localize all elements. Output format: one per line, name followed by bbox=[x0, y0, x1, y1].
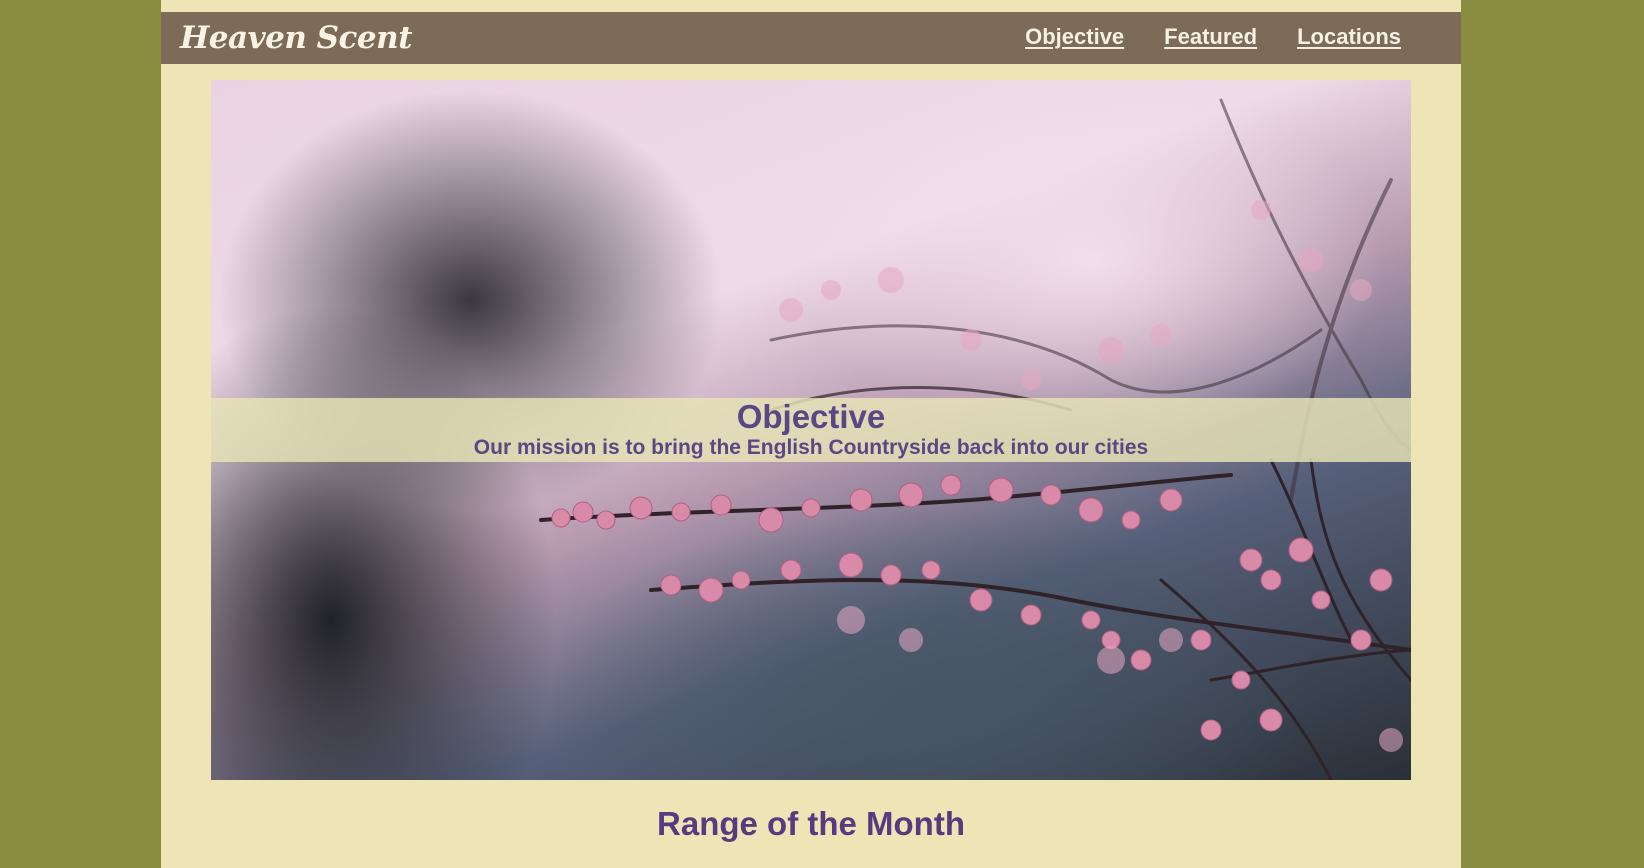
nav-links: Objective Featured Locations bbox=[1025, 23, 1401, 51]
page-container: Heaven Scent Objective Featured Location… bbox=[161, 0, 1461, 868]
hero-caption-band: Objective Our mission is to bring the En… bbox=[211, 398, 1411, 462]
nav-link-objective[interactable]: Objective bbox=[1025, 23, 1124, 51]
section-title-range-of-month: Range of the Month bbox=[657, 805, 965, 842]
hero-subtitle: Our mission is to bring the English Coun… bbox=[473, 436, 1149, 459]
site-logo[interactable]: Heaven Scent bbox=[180, 18, 413, 58]
hero-title: Objective bbox=[736, 398, 886, 435]
nav-link-locations[interactable]: Locations bbox=[1297, 23, 1401, 51]
nav-link-featured[interactable]: Featured bbox=[1164, 23, 1257, 51]
navbar: Heaven Scent Objective Featured Location… bbox=[161, 12, 1461, 64]
hero-banner: Objective Our mission is to bring the En… bbox=[211, 80, 1411, 780]
